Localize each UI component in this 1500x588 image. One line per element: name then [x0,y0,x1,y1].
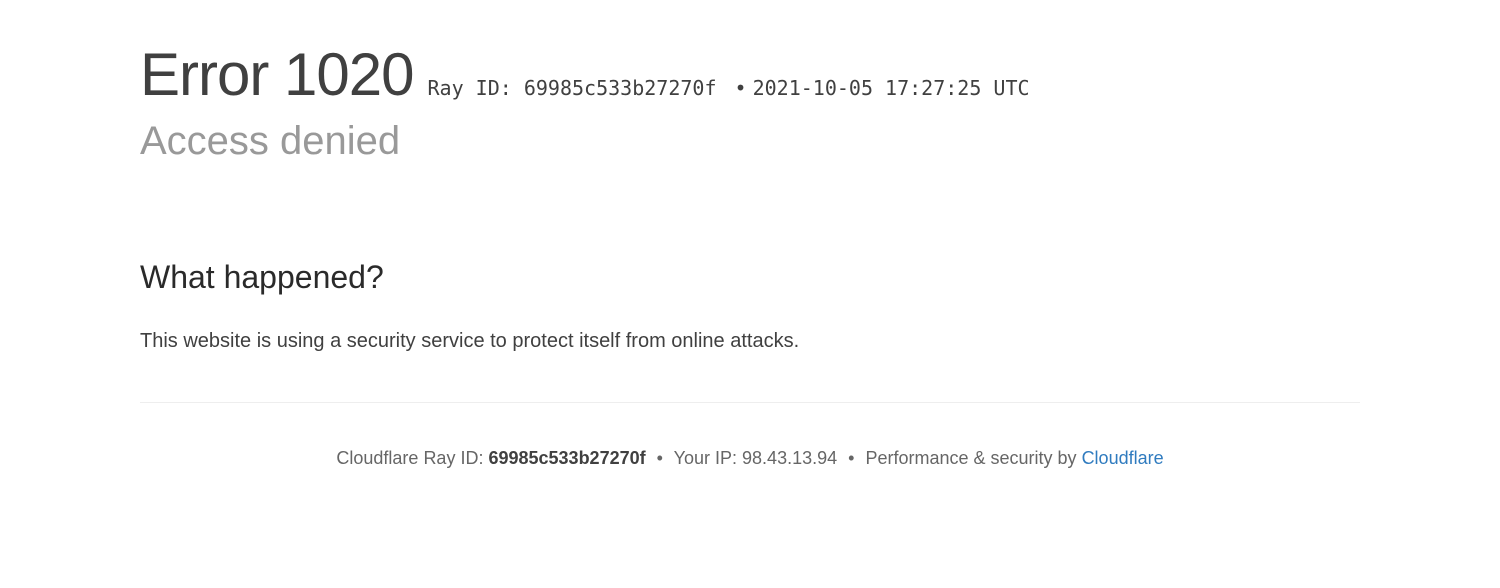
footer-ip: 98.43.13.94 [742,448,837,468]
footer-ray-label: Cloudflare Ray ID: [336,448,483,468]
bullet-separator-icon: • [735,76,747,100]
dot-separator-icon: • [657,448,663,468]
section-body: This website is using a security service… [140,326,860,357]
error-meta: Ray ID: 69985c533b27270f •2021-10-05 17:… [427,76,1029,100]
footer-perf-label: Performance & security by [865,448,1076,468]
section-heading: What happened? [140,259,860,296]
ray-id-value: 69985c533b27270f [524,76,717,100]
error-header: Error 1020 Ray ID: 69985c533b27270f •202… [140,40,1360,109]
footer: Cloudflare Ray ID: 69985c533b27270f • Yo… [140,448,1360,469]
dot-separator-icon: • [848,448,854,468]
footer-ip-label: Your IP: [674,448,737,468]
what-happened-section: What happened? This website is using a s… [140,259,860,357]
error-subtitle: Access denied [140,119,1360,164]
cloudflare-link[interactable]: Cloudflare [1082,448,1164,468]
footer-ray-id: 69985c533b27270f [488,448,645,468]
divider [140,402,1360,403]
timestamp: 2021-10-05 17:27:25 UTC [753,76,1030,100]
ray-id-label: Ray ID: [427,76,511,100]
error-title: Error 1020 [140,40,413,109]
